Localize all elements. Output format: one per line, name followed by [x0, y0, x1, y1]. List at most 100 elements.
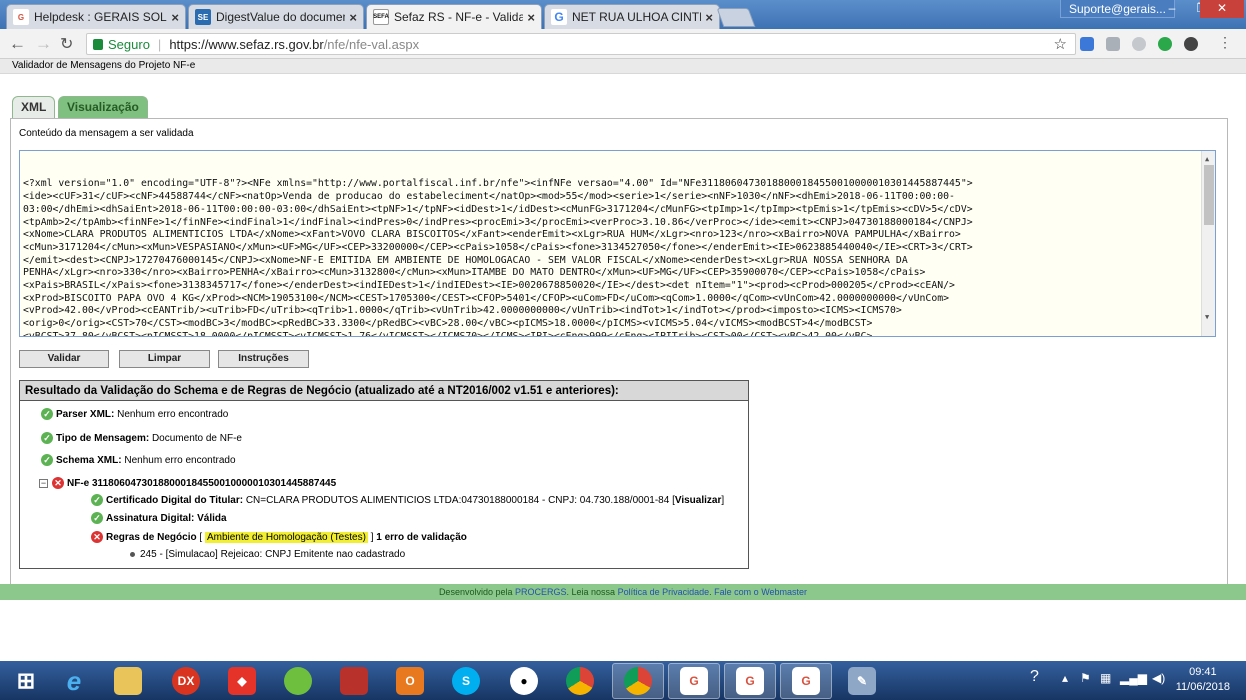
check-icon: ✓	[41, 408, 53, 420]
extension-icon[interactable]	[1184, 37, 1198, 51]
extension-icon[interactable]	[1106, 37, 1120, 51]
collapse-toggle-icon[interactable]: −	[39, 478, 48, 488]
tipo-label: Tipo de Mensagem:	[56, 432, 150, 444]
forward-arrow-icon[interactable]: →	[35, 34, 52, 54]
bookmark-star-icon[interactable]: ☆	[1054, 35, 1067, 53]
taskbar-pen-app[interactable]: ✎	[836, 663, 888, 699]
tab-xml[interactable]: XML	[12, 96, 56, 118]
chat-extension-icon[interactable]	[1158, 37, 1172, 51]
procergs-link[interactable]: PROCERGS	[515, 587, 567, 597]
volume-icon[interactable]: ◀)	[1152, 671, 1165, 685]
tab-title: Helpdesk : GERAIS SOLU	[34, 10, 168, 24]
nfe-row: − ✕ NF-e 3118060473018800018455001000001…	[39, 477, 336, 489]
menu-kebab-icon[interactable]: ⋮	[1218, 34, 1232, 51]
taskbar-outlook[interactable]: O	[384, 663, 436, 699]
minimize-icon[interactable]: –	[1158, 0, 1186, 18]
clock-time: 09:41	[1189, 666, 1217, 678]
xml-line: <xNome>CLARA PRODUTOS ALIMENTICIOS LTDA<…	[23, 229, 961, 241]
taskbar-gerais-3[interactable]: G	[780, 663, 832, 699]
scroll-down-icon[interactable]: ▼	[1205, 311, 1209, 324]
bullet-icon	[130, 552, 135, 557]
clock-date: 11/06/2018	[1175, 681, 1230, 693]
nfe-label: NF-e 31180604730188000184550010000010301…	[67, 477, 337, 489]
system-clock[interactable]: 09:41 11/06/2018	[1176, 665, 1230, 695]
privacy-link[interactable]: Política de Privacidade	[618, 587, 710, 597]
windows-taskbar: ⊞ e DX ◆ O S ● G G G ✎ ? ▴ ⚑ ▦ ▂▄▆ ◀) 09…	[0, 661, 1246, 700]
schema-row: ✓ Schema XML: Nenhum erro encontrado	[41, 454, 236, 466]
instrucoes-button[interactable]: Instruções	[218, 350, 309, 368]
xml-line: <tpAmb>2</tpAmb><finNFe>1</finNFe><indFi…	[23, 216, 973, 228]
error-icon: ✕	[52, 477, 64, 489]
browser-tab-helpdesk[interactable]: G Helpdesk : GERAIS SOLU ×	[6, 4, 186, 29]
reload-icon[interactable]: ↻	[60, 34, 73, 54]
back-arrow-icon[interactable]: ←	[9, 34, 26, 54]
taskbar-chrome-active[interactable]	[612, 663, 664, 699]
taskbar-anydesk[interactable]: ◆	[216, 663, 268, 699]
validar-button[interactable]: Validar	[19, 350, 109, 368]
regras-row: ✕ Regras de Negócio [ Ambiente de Homolo…	[91, 531, 467, 543]
scroll-up-icon[interactable]: ▲	[1205, 153, 1209, 166]
taskbar-chrome[interactable]	[554, 663, 606, 699]
separator: |	[157, 36, 162, 52]
outlook-icon: O	[396, 667, 424, 695]
webmaster-link[interactable]: Fale com o Webmaster	[714, 587, 807, 597]
taskbar-dark-app[interactable]: ●	[498, 663, 550, 699]
ambiente-highlight: Ambiente de Homologação (Testes)	[204, 531, 368, 543]
close-window-icon[interactable]: ✕	[1200, 0, 1244, 18]
certificado-row: ✓ Certificado Digital do Titular: CN=CLA…	[91, 494, 724, 506]
taskbar-explorer[interactable]	[102, 663, 154, 699]
browser-tab-strip: G Helpdesk : GERAIS SOLU × SE DigestValu…	[0, 0, 1246, 29]
flag-icon[interactable]: ⚑	[1080, 671, 1091, 685]
browser-tab-sefaz[interactable]: SEFA Sefaz RS - NF-e - Validad ×	[366, 4, 542, 29]
signal-icon[interactable]: ▂▄▆	[1120, 671, 1147, 685]
taskbar-gerais-2[interactable]: G	[724, 663, 776, 699]
new-tab-button[interactable]	[716, 8, 756, 27]
tab-title: DigestValue do documen	[216, 10, 346, 24]
taskbar-gerais-1[interactable]: G	[668, 663, 720, 699]
close-tab-icon[interactable]: ×	[171, 10, 179, 25]
limpar-button[interactable]: Limpar	[119, 350, 210, 368]
close-tab-icon[interactable]: ×	[705, 10, 713, 25]
browser-tab-net-rua[interactable]: G NET RUA ULHOA CINTRA ×	[544, 4, 720, 29]
assinatura-value: Válida	[197, 512, 227, 524]
network-icon[interactable]: ▦	[1100, 671, 1111, 685]
regras-label: Regras de Negócio	[106, 531, 197, 543]
taskbar-green-app[interactable]	[272, 663, 324, 699]
erro-text: 245 - [Simulacao] Rejeicao: CNPJ Emitent…	[140, 549, 406, 560]
google-favicon-icon: G	[551, 9, 567, 25]
translate-extension-icon[interactable]	[1080, 37, 1094, 51]
close-tab-icon[interactable]: ×	[349, 10, 357, 25]
windows-logo-icon: ⊞	[16, 668, 36, 693]
validator-panel: Conteúdo da mensagem a ser validada <?xm…	[10, 118, 1228, 584]
scroll-thumb[interactable]	[1204, 165, 1214, 225]
taskbar-red-app[interactable]	[328, 663, 380, 699]
browser-tab-digestvalue[interactable]: SE DigestValue do documen ×	[188, 4, 364, 29]
bracket-close: ]	[370, 531, 374, 543]
address-bar[interactable]: Seguro | https://www.sefaz.rs.gov.br /nf…	[86, 33, 1076, 55]
visualizar-link[interactable]: Visualizar	[675, 495, 722, 506]
taskbar-skype[interactable]: S	[440, 663, 492, 699]
url-path: /nfe/nfe-val.aspx	[323, 36, 420, 52]
chrome-icon	[624, 667, 652, 695]
url-host: https://www.sefaz.rs.gov.br	[169, 36, 324, 52]
chrome-icon	[566, 667, 594, 695]
pen-app-icon: ✎	[848, 667, 876, 695]
xml-line: <?xml version="1.0" encoding="UTF-8"?><N…	[23, 178, 973, 190]
schema-label: Schema XML:	[56, 454, 122, 466]
xml-line: <xProd>BISCOITO PAPA OVO 4 KG</xProd><NC…	[23, 292, 950, 304]
red-app-icon	[340, 667, 368, 695]
page-content: XML Visualização Conteúdo da mensagem a …	[0, 74, 1246, 584]
textarea-scrollbar[interactable]: ▲ ▼	[1201, 151, 1215, 336]
taskbar-dx[interactable]: DX	[160, 663, 212, 699]
help-icon[interactable]: ?	[1030, 668, 1039, 686]
tray-arrow-icon[interactable]: ▴	[1062, 671, 1068, 685]
skype-icon: S	[452, 667, 480, 695]
tab-visualizacao[interactable]: Visualização	[58, 96, 148, 118]
page-footer: Desenvolvido pela PROCERGS. Leia nossa P…	[0, 584, 1246, 600]
close-tab-icon[interactable]: ×	[527, 10, 535, 25]
xml-textarea[interactable]: <?xml version="1.0" encoding="UTF-8"?><N…	[19, 150, 1216, 337]
extension-icon[interactable]	[1132, 37, 1146, 51]
taskbar-ie[interactable]: e	[48, 663, 100, 699]
start-button[interactable]: ⊞	[0, 663, 52, 699]
content-label: Conteúdo da mensagem a ser validada	[19, 128, 194, 139]
